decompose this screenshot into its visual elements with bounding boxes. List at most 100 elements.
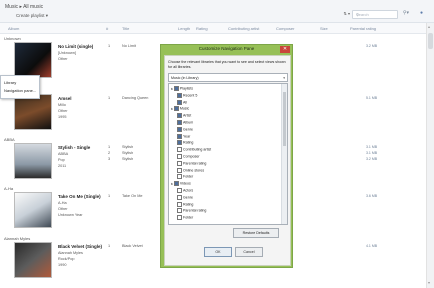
album-title[interactable]: Black Velvet (Single) xyxy=(58,244,102,249)
scroll-down-icon[interactable]: ▾ xyxy=(428,280,430,285)
tree-item[interactable]: Genre xyxy=(177,126,193,132)
tree-item[interactable]: Folder xyxy=(177,174,193,180)
checkbox[interactable] xyxy=(173,106,179,112)
album-title[interactable]: No Limit (single) xyxy=(58,44,93,49)
album-title[interactable]: Take On Me (Single) xyxy=(58,194,101,199)
checkbox[interactable] xyxy=(177,147,182,153)
tree-item[interactable]: ▴ Music xyxy=(171,106,189,112)
cancel-button[interactable]: Cancel xyxy=(235,247,263,257)
tree-item[interactable]: Parental rating xyxy=(177,160,206,166)
track-size: 3.2 MB xyxy=(366,157,378,161)
column-header-8[interactable]: Parental rating xyxy=(350,26,376,31)
column-header-1[interactable]: # xyxy=(106,26,108,31)
track-title[interactable]: Take On Me xyxy=(122,194,142,198)
tree-item[interactable]: Rating xyxy=(177,201,193,207)
track-title[interactable]: Stylish xyxy=(122,151,133,155)
context-menu-item-navigation-pane[interactable]: Navigation pane... xyxy=(4,88,36,93)
tree-item-label: Playlists xyxy=(179,86,193,91)
library-select[interactable]: Music (in Library) ▾ xyxy=(168,73,288,82)
checkbox[interactable] xyxy=(173,86,179,91)
vertical-scrollbar[interactable]: ▴ ▾ xyxy=(426,23,434,288)
search-options-icon[interactable]: ⚲▾ xyxy=(403,10,409,16)
checkbox[interactable] xyxy=(177,208,182,214)
tree-item[interactable]: Artist xyxy=(177,113,192,119)
checkbox[interactable] xyxy=(177,174,182,180)
tree-item-label: Album xyxy=(183,120,194,125)
checkbox[interactable] xyxy=(177,120,182,125)
column-header-3[interactable]: Length xyxy=(178,26,190,31)
checkbox[interactable] xyxy=(177,126,182,132)
create-playlist-button[interactable]: Create playlist ▾ xyxy=(16,13,48,19)
checkbox[interactable] xyxy=(177,113,182,119)
checkbox[interactable] xyxy=(177,133,182,139)
checkbox[interactable] xyxy=(177,99,182,105)
album-art[interactable] xyxy=(14,242,52,278)
tree-item[interactable]: Composer xyxy=(177,154,200,159)
track-title[interactable]: No Limit xyxy=(122,44,136,48)
breadcrumb[interactable]: Music ▸ All music xyxy=(5,4,43,10)
tree-item[interactable]: ▴ Videos xyxy=(171,181,191,187)
checkbox[interactable] xyxy=(177,140,182,146)
column-header-0[interactable]: Album xyxy=(8,26,19,31)
checkbox[interactable] xyxy=(177,215,182,221)
context-menu: Library Navigation pane... xyxy=(0,75,40,99)
track-title[interactable]: Stylish xyxy=(122,145,133,149)
track-number: 1 xyxy=(108,244,111,248)
track-title[interactable]: Dancing Queen xyxy=(122,96,148,100)
tree-item[interactable]: Rating xyxy=(177,140,193,146)
column-header-5[interactable]: Contributing artist xyxy=(228,26,259,31)
album-title[interactable]: Amsel xyxy=(58,96,72,101)
checkbox[interactable] xyxy=(177,201,182,207)
tree-item-label: Artist xyxy=(183,113,192,118)
tree-item-label: Parental rating xyxy=(183,208,207,213)
checkbox[interactable] xyxy=(177,92,182,98)
album-art[interactable] xyxy=(14,143,52,179)
tree-item[interactable]: Genre xyxy=(177,194,193,200)
column-header-6[interactable]: Composer xyxy=(276,26,294,31)
tree-item[interactable]: Folder xyxy=(177,215,193,221)
tree-item[interactable]: Album xyxy=(177,120,193,125)
track-number: 2 xyxy=(108,151,111,155)
album-group-header[interactable]: Unknown xyxy=(0,36,431,44)
tree-item[interactable]: Online stores xyxy=(177,167,204,173)
checkbox[interactable] xyxy=(177,160,182,166)
tree-item[interactable]: Recent 5 xyxy=(177,92,197,98)
album-art[interactable] xyxy=(14,94,52,130)
tree-item[interactable]: Actors xyxy=(177,188,193,193)
scroll-up-icon[interactable]: ▴ xyxy=(428,24,430,29)
track-size: 5.1 MB xyxy=(366,96,378,100)
album-art[interactable] xyxy=(14,192,52,228)
tree-item[interactable]: ▴ Playlists xyxy=(171,86,193,91)
track-title[interactable]: Black Velvet xyxy=(122,244,143,248)
search-icon[interactable]: ⚲ xyxy=(356,12,395,17)
tree-item[interactable]: Parental rating xyxy=(177,208,207,214)
tree-item[interactable]: Contributing artist xyxy=(177,147,211,153)
tree-item[interactable]: All xyxy=(177,99,187,105)
track-number: 1 xyxy=(108,96,111,100)
checkbox[interactable] xyxy=(177,154,182,159)
checkbox[interactable] xyxy=(177,188,182,193)
album-meta: 1990 xyxy=(58,263,67,267)
checkbox[interactable] xyxy=(173,181,179,187)
context-menu-item-library[interactable]: Library xyxy=(4,80,16,85)
tree-item-label: Actors xyxy=(183,188,194,193)
tree-item[interactable]: Year xyxy=(177,133,190,139)
track-size: 3.2 MB xyxy=(366,44,378,48)
album-title[interactable]: Stylish - Single xyxy=(58,145,90,150)
track-title[interactable]: Stylish xyxy=(122,157,133,161)
view-options-button[interactable]: ⇅ ▾ xyxy=(344,11,350,16)
album-art[interactable] xyxy=(14,42,52,78)
column-header-7[interactable]: Size xyxy=(320,26,328,31)
ok-button[interactable]: OK xyxy=(204,247,232,257)
checkbox[interactable] xyxy=(177,167,182,173)
search-input[interactable]: Search ⚲ xyxy=(352,10,398,19)
track-size: 3.6 MB xyxy=(366,194,378,198)
help-icon[interactable]: ● xyxy=(420,10,423,16)
restore-defaults-button[interactable]: Restore Defaults xyxy=(233,228,279,238)
column-header-2[interactable]: Title xyxy=(122,26,129,31)
tree-scrollbar[interactable] xyxy=(281,84,287,224)
close-icon[interactable]: ✕ xyxy=(280,46,290,53)
checkbox[interactable] xyxy=(177,194,182,200)
tree-scrollbar-thumb[interactable] xyxy=(283,92,286,146)
column-header-4[interactable]: Rating xyxy=(196,26,208,31)
